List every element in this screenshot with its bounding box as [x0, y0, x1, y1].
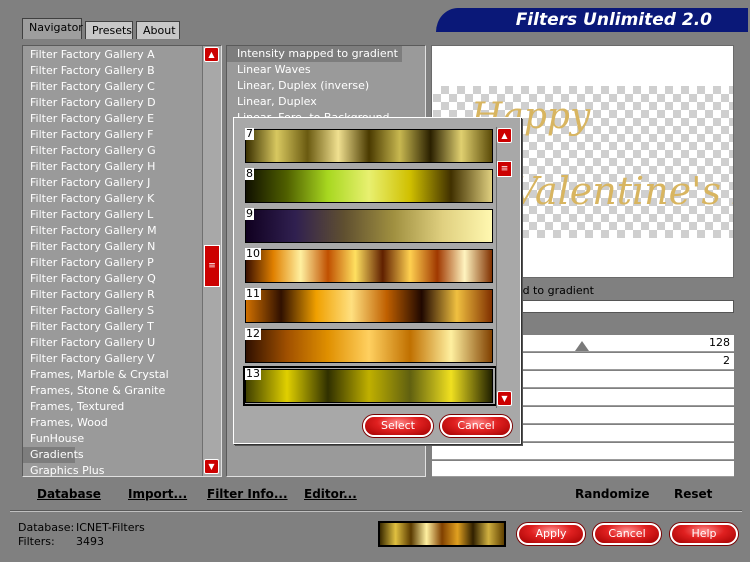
gradient-item[interactable]: 8 [245, 168, 495, 204]
category-item[interactable]: Filter Factory Gallery N [23, 239, 221, 255]
gradient-number: 13 [245, 367, 261, 380]
param-value-2[interactable]: 2 [723, 354, 730, 367]
preview-text-line-2: Valentine's Day [511, 169, 733, 213]
gradient-number: 9 [245, 207, 254, 220]
gradient-number: 8 [245, 167, 254, 180]
param-slider-thumb[interactable] [574, 341, 589, 351]
gradient-swatch[interactable] [245, 169, 493, 203]
category-item[interactable]: Filter Factory Gallery A [23, 47, 221, 63]
category-item[interactable]: Filter Factory Gallery Q [23, 271, 221, 287]
gradient-swatch[interactable] [245, 329, 493, 363]
gradient-scrollbar[interactable]: ▲ ≡ ▼ [496, 127, 513, 408]
category-item[interactable]: Filter Factory Gallery K [23, 191, 221, 207]
category-item[interactable]: Filter Factory Gallery M [23, 223, 221, 239]
category-scrollbar[interactable]: ▲ ≡ ▼ [202, 46, 221, 476]
category-item[interactable]: Filter Factory Gallery T [23, 319, 221, 335]
gradient-item[interactable]: 13 [243, 366, 497, 406]
gradient-swatch[interactable] [245, 369, 493, 403]
filter-item[interactable]: Intensity mapped to gradient [227, 46, 402, 62]
filters-label: Filters: [18, 535, 55, 548]
gradient-swatch[interactable] [245, 129, 493, 163]
gradient-number: 10 [245, 247, 261, 260]
app-title: Filters Unlimited 2.0 [436, 8, 748, 32]
gradient-item[interactable]: 12 [245, 328, 495, 364]
filter-info-button[interactable]: Filter Info... [207, 487, 288, 501]
gradient-item[interactable]: 7 [245, 128, 495, 164]
select-button[interactable]: Select [363, 415, 433, 437]
tab-navigator[interactable]: Navigator [22, 18, 83, 39]
gradient-item[interactable]: 9 [245, 208, 495, 244]
help-button[interactable]: Help [670, 523, 738, 545]
reset-button[interactable]: Reset [674, 487, 712, 501]
category-item[interactable]: Filter Factory Gallery H [23, 159, 221, 175]
scroll-thumb[interactable]: ≡ [204, 245, 220, 287]
category-item[interactable]: FunHouse [23, 431, 221, 447]
category-item[interactable]: Frames, Wood [23, 415, 221, 431]
category-item[interactable]: Filter Factory Gallery F [23, 127, 221, 143]
param-row-7[interactable] [432, 443, 734, 460]
gradient-swatch[interactable] [245, 249, 493, 283]
category-item[interactable]: Filter Factory Gallery P [23, 255, 221, 271]
category-item[interactable]: Filter Factory Gallery S [23, 303, 221, 319]
footer-divider [10, 510, 742, 512]
gradient-swatch[interactable] [245, 209, 493, 243]
gradient-number: 11 [245, 287, 261, 300]
category-list[interactable]: Filter Factory Gallery A Filter Factory G… [22, 45, 222, 477]
gradient-number: 7 [245, 127, 254, 140]
editor-button[interactable]: Editor... [304, 487, 357, 501]
gradient-picker-popup: 7 8 9 10 11 12 13 ▲ ≡ ▼ Select Cancel [233, 117, 521, 444]
cancel-button[interactable]: Cancel [593, 523, 661, 545]
gradient-scroll-up-icon[interactable]: ▲ [497, 128, 512, 143]
scroll-down-arrow-icon[interactable]: ▼ [204, 459, 219, 474]
randomize-button[interactable]: Randomize [575, 487, 649, 501]
tab-about[interactable]: About [136, 21, 180, 39]
filter-item[interactable]: Linear, Duplex (inverse) [227, 78, 425, 94]
database-label: Database: [18, 521, 75, 534]
filter-item[interactable]: Linear, Duplex [227, 94, 425, 110]
apply-button[interactable]: Apply [517, 523, 585, 545]
category-item[interactable]: Filter Factory Gallery V [23, 351, 221, 367]
category-item[interactable]: Filter Factory Gallery G [23, 143, 221, 159]
category-item[interactable]: Filter Factory Gallery E [23, 111, 221, 127]
scroll-up-arrow-icon[interactable]: ▲ [204, 47, 219, 62]
popup-cancel-button[interactable]: Cancel [440, 415, 512, 437]
param-value-1[interactable]: 128 [709, 336, 730, 349]
category-item[interactable]: Filter Factory Gallery D [23, 95, 221, 111]
category-item[interactable]: Filter Factory Gallery U [23, 335, 221, 351]
param-row-8[interactable] [432, 461, 734, 477]
tab-presets[interactable]: Presets [85, 21, 133, 39]
category-item[interactable]: Frames, Textured [23, 399, 221, 415]
category-item[interactable]: Frames, Marble & Crystal [23, 367, 221, 383]
category-item[interactable]: Filter Factory Gallery R [23, 287, 221, 303]
filters-count: 3493 [76, 535, 104, 548]
filter-item[interactable]: Linear Waves [227, 62, 425, 78]
category-item[interactable]: Filter Factory Gallery B [23, 63, 221, 79]
gradient-scroll-down-icon[interactable]: ▼ [497, 391, 512, 406]
database-value: ICNET-Filters [76, 521, 145, 534]
category-item[interactable]: Graphics Plus [23, 463, 221, 476]
category-item[interactable]: Filter Factory Gallery J [23, 175, 221, 191]
category-item[interactable]: Gradients [23, 447, 84, 463]
category-item[interactable]: Frames, Stone & Granite [23, 383, 221, 399]
category-item[interactable]: Filter Factory Gallery C [23, 79, 221, 95]
gradient-item[interactable]: 10 [245, 248, 495, 284]
gradient-item[interactable]: 11 [245, 288, 495, 324]
gradient-list[interactable]: 7 8 9 10 11 12 13 [234, 118, 497, 408]
gradient-swatch[interactable] [245, 289, 493, 323]
category-item[interactable]: Filter Factory Gallery L [23, 207, 221, 223]
gradient-scroll-thumb[interactable]: ≡ [497, 161, 512, 177]
gradient-preview-swatch[interactable] [378, 521, 506, 547]
import-button[interactable]: Import... [128, 487, 187, 501]
database-button[interactable]: Database [37, 487, 101, 501]
gradient-number: 12 [245, 327, 261, 340]
